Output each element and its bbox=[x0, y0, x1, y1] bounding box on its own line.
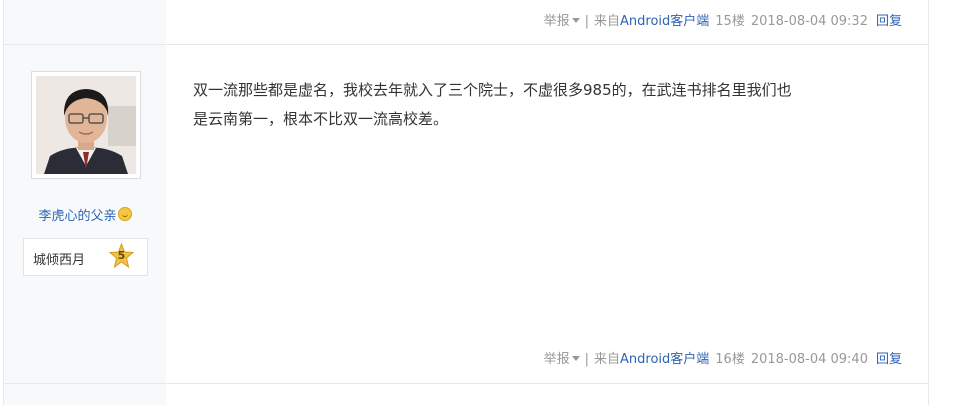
post-content-line-2: 是云南第一，根本不比双一流高校差。 bbox=[193, 110, 449, 128]
post-floor-16: 李虎心的父亲 城倾西月 5 双一流那些都是虚名，我校去年就入了三个院士，不虚很多… bbox=[4, 45, 928, 383]
report-button[interactable]: 举报 bbox=[544, 14, 580, 29]
avatar-image bbox=[36, 76, 136, 174]
member-badge[interactable]: 城倾西月 5 bbox=[23, 238, 148, 276]
post-time: 2018-08-04 09:32 bbox=[750, 14, 868, 29]
post-meta: 举报 | 来自Android客户端 16楼 2018-08-04 09:40 回复 bbox=[544, 348, 902, 367]
previous-post-author-column bbox=[4, 0, 166, 44]
chevron-down-icon bbox=[571, 356, 580, 361]
previous-post: 举报 | 来自Android客户端 15楼 2018-08-04 09:32 回复 bbox=[4, 0, 928, 44]
report-label: 举报 bbox=[543, 14, 570, 29]
from-label: 来自 bbox=[594, 14, 621, 29]
level-star-icon: 5 bbox=[108, 242, 135, 270]
right-gutter bbox=[929, 0, 976, 405]
author-column: 李虎心的父亲 城倾西月 5 bbox=[4, 45, 166, 383]
from-label: 来自 bbox=[594, 352, 621, 367]
post-time: 2018-08-04 09:40 bbox=[750, 352, 868, 367]
next-post-author-column bbox=[4, 384, 166, 405]
reply-button[interactable]: 回复 bbox=[876, 352, 902, 367]
post-list: 举报 | 来自Android客户端 15楼 2018-08-04 09:32 回复 bbox=[0, 0, 976, 405]
author-username-text: 李虎心的父亲 bbox=[38, 209, 117, 224]
chevron-down-icon bbox=[571, 18, 580, 23]
smile-emoji-icon bbox=[117, 207, 132, 221]
post-content: 双一流那些都是虚名，我校去年就入了三个院士，不虚很多985的，在武连书排名里我们… bbox=[193, 76, 903, 134]
floor-number: 16楼 bbox=[715, 352, 745, 367]
avatar-portrait-icon bbox=[36, 76, 136, 174]
badge-name: 城倾西月 bbox=[33, 253, 86, 268]
level-number: 5 bbox=[117, 249, 126, 262]
separator: | bbox=[584, 14, 589, 29]
previous-post-meta: 举报 | 来自Android客户端 15楼 2018-08-04 09:32 回复 bbox=[544, 10, 902, 29]
client-link[interactable]: Android客户端 bbox=[620, 14, 709, 29]
avatar[interactable] bbox=[31, 71, 141, 179]
reply-button[interactable]: 回复 bbox=[876, 14, 902, 29]
floor-number: 15楼 bbox=[715, 14, 745, 29]
client-link[interactable]: Android客户端 bbox=[620, 352, 709, 367]
post-content-line-1: 双一流那些都是虚名，我校去年就入了三个院士，不虚很多985的，在武连书排名里我们… bbox=[193, 81, 792, 99]
report-button[interactable]: 举报 bbox=[544, 352, 580, 367]
separator: | bbox=[584, 352, 589, 367]
author-username[interactable]: 李虎心的父亲 bbox=[4, 205, 166, 224]
report-label: 举报 bbox=[543, 352, 570, 367]
